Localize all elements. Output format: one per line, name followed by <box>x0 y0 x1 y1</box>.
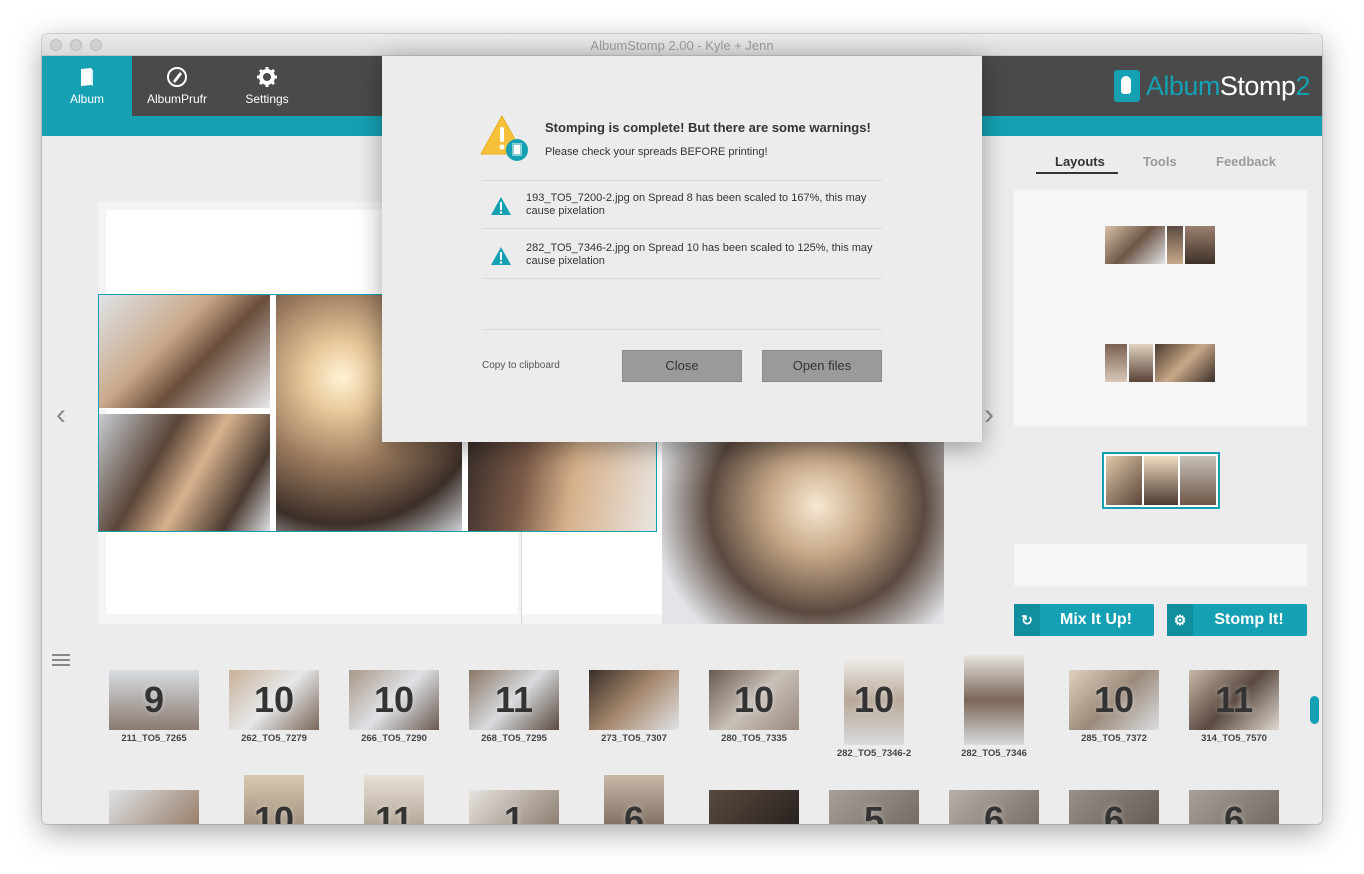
right-panel-tabs: Layouts Tools Feedback <box>1036 154 1286 176</box>
warning-text: 282_TO5_7346-2.jpg on Spread 10 has been… <box>526 242 873 267</box>
thumbnail[interactable]: 273_TO5_7307 <box>589 670 679 744</box>
albumprufr-tab-label: AlbumPrufr <box>146 92 208 106</box>
separator <box>482 228 882 229</box>
tab-tools[interactable]: Tools <box>1143 154 1177 169</box>
thumbnail[interactable]: 10 280_TO5_7335 <box>709 670 799 744</box>
layout-option-selected[interactable] <box>1102 452 1220 509</box>
prufr-icon <box>166 66 188 88</box>
thumbnail[interactable]: 11 314_TO5_7570 <box>1189 670 1279 744</box>
stomp-it-button[interactable]: ⚙ Stomp It! <box>1167 604 1307 636</box>
active-tab-underline <box>1036 172 1118 174</box>
layout-option[interactable] <box>1105 344 1215 382</box>
app-window: AlbumStomp 2.00 - Kyle + Jenn Album Albu… <box>42 34 1322 824</box>
tab-layouts[interactable]: Layouts <box>1055 154 1105 169</box>
album-icon <box>76 66 98 88</box>
thumbnail[interactable]: 10 266_TO5_7290 <box>349 670 439 744</box>
warning-small-icon <box>490 246 512 266</box>
thumbnail[interactable]: 10 <box>229 775 319 824</box>
next-spread-arrow-icon[interactable]: › <box>984 398 994 432</box>
open-files-button[interactable]: Open files <box>762 350 882 382</box>
layout-option[interactable] <box>1105 226 1215 264</box>
thumbnail[interactable] <box>709 790 799 824</box>
separator <box>482 278 882 279</box>
thumbnail[interactable]: 10 285_TO5_7372 <box>1069 670 1159 744</box>
logo-mark-icon <box>1113 70 1140 102</box>
thumbnail-scrollbar[interactable] <box>1310 696 1319 724</box>
stomp-it-label: Stomp It! <box>1214 611 1284 628</box>
mix-it-up-label: Mix It Up! <box>1060 611 1132 628</box>
warning-item: 282_TO5_7346-2.jpg on Spread 10 has been… <box>482 240 882 270</box>
thumbnail[interactable]: 1 <box>469 790 559 824</box>
spread-photo[interactable] <box>662 442 944 624</box>
thumbnail[interactable]: 10 262_TO5_7279 <box>229 670 319 744</box>
tab-feedback[interactable]: Feedback <box>1216 154 1276 169</box>
logo-text: AlbumStomp2 <box>1145 70 1311 101</box>
gear-icon <box>256 66 278 88</box>
gear-icon: ⚙ <box>1167 604 1193 636</box>
albumstomp-logo: AlbumStomp2 <box>1113 68 1311 104</box>
title-bar: AlbumStomp 2.00 - Kyle + Jenn <box>42 34 1322 56</box>
thumbnail[interactable]: 6 <box>589 775 679 824</box>
warning-small-icon <box>490 196 512 216</box>
refresh-icon: ↻ <box>1014 604 1040 636</box>
warning-text: 193_TO5_7200-2.jpg on Spread 8 has been … <box>526 192 867 217</box>
warnings-dialog: Stomping is complete! But there are some… <box>382 56 982 442</box>
layout-placeholder <box>1014 544 1307 586</box>
thumbnail[interactable]: 6 <box>1069 790 1159 824</box>
thumbnail[interactable]: 10 282_TO5_7346-2 <box>829 655 919 759</box>
album-tab-label: Album <box>69 92 104 106</box>
copy-to-clipboard-link[interactable]: Copy to clipboard <box>482 360 560 371</box>
warning-item: 193_TO5_7200-2.jpg on Spread 8 has been … <box>482 190 882 220</box>
previous-spread-arrow-icon[interactable]: ‹ <box>56 398 66 432</box>
settings-tab-label: Settings <box>245 92 289 106</box>
warning-icon <box>480 114 530 162</box>
thumbnail[interactable]: 6 <box>949 790 1039 824</box>
thumbnail[interactable]: 9 211_TO5_7265 <box>109 670 199 744</box>
thumbnail[interactable]: 5 <box>829 790 919 824</box>
window-title: AlbumStomp 2.00 - Kyle + Jenn <box>590 38 774 53</box>
settings-tab-button[interactable]: Settings <box>222 56 312 116</box>
thumbnail[interactable]: 11 <box>349 775 439 824</box>
thumbnail[interactable]: 6 <box>1189 790 1279 824</box>
close-button[interactable]: Close <box>622 350 742 382</box>
albumprufr-tab-button[interactable]: AlbumPrufr <box>132 56 222 116</box>
dialog-subtitle: Please check your spreads BEFORE printin… <box>545 146 768 158</box>
separator <box>482 180 882 181</box>
thumbnail[interactable]: 282_TO5_7346 <box>949 655 1039 759</box>
thumbnail[interactable] <box>109 790 199 824</box>
layouts-list <box>1014 190 1307 426</box>
hamburger-menu-icon[interactable] <box>52 654 70 668</box>
dialog-title: Stomping is complete! But there are some… <box>545 120 871 135</box>
separator <box>482 329 882 330</box>
thumbnail[interactable]: 11 268_TO5_7295 <box>469 670 559 744</box>
mix-it-up-button[interactable]: ↻ Mix It Up! <box>1014 604 1154 636</box>
